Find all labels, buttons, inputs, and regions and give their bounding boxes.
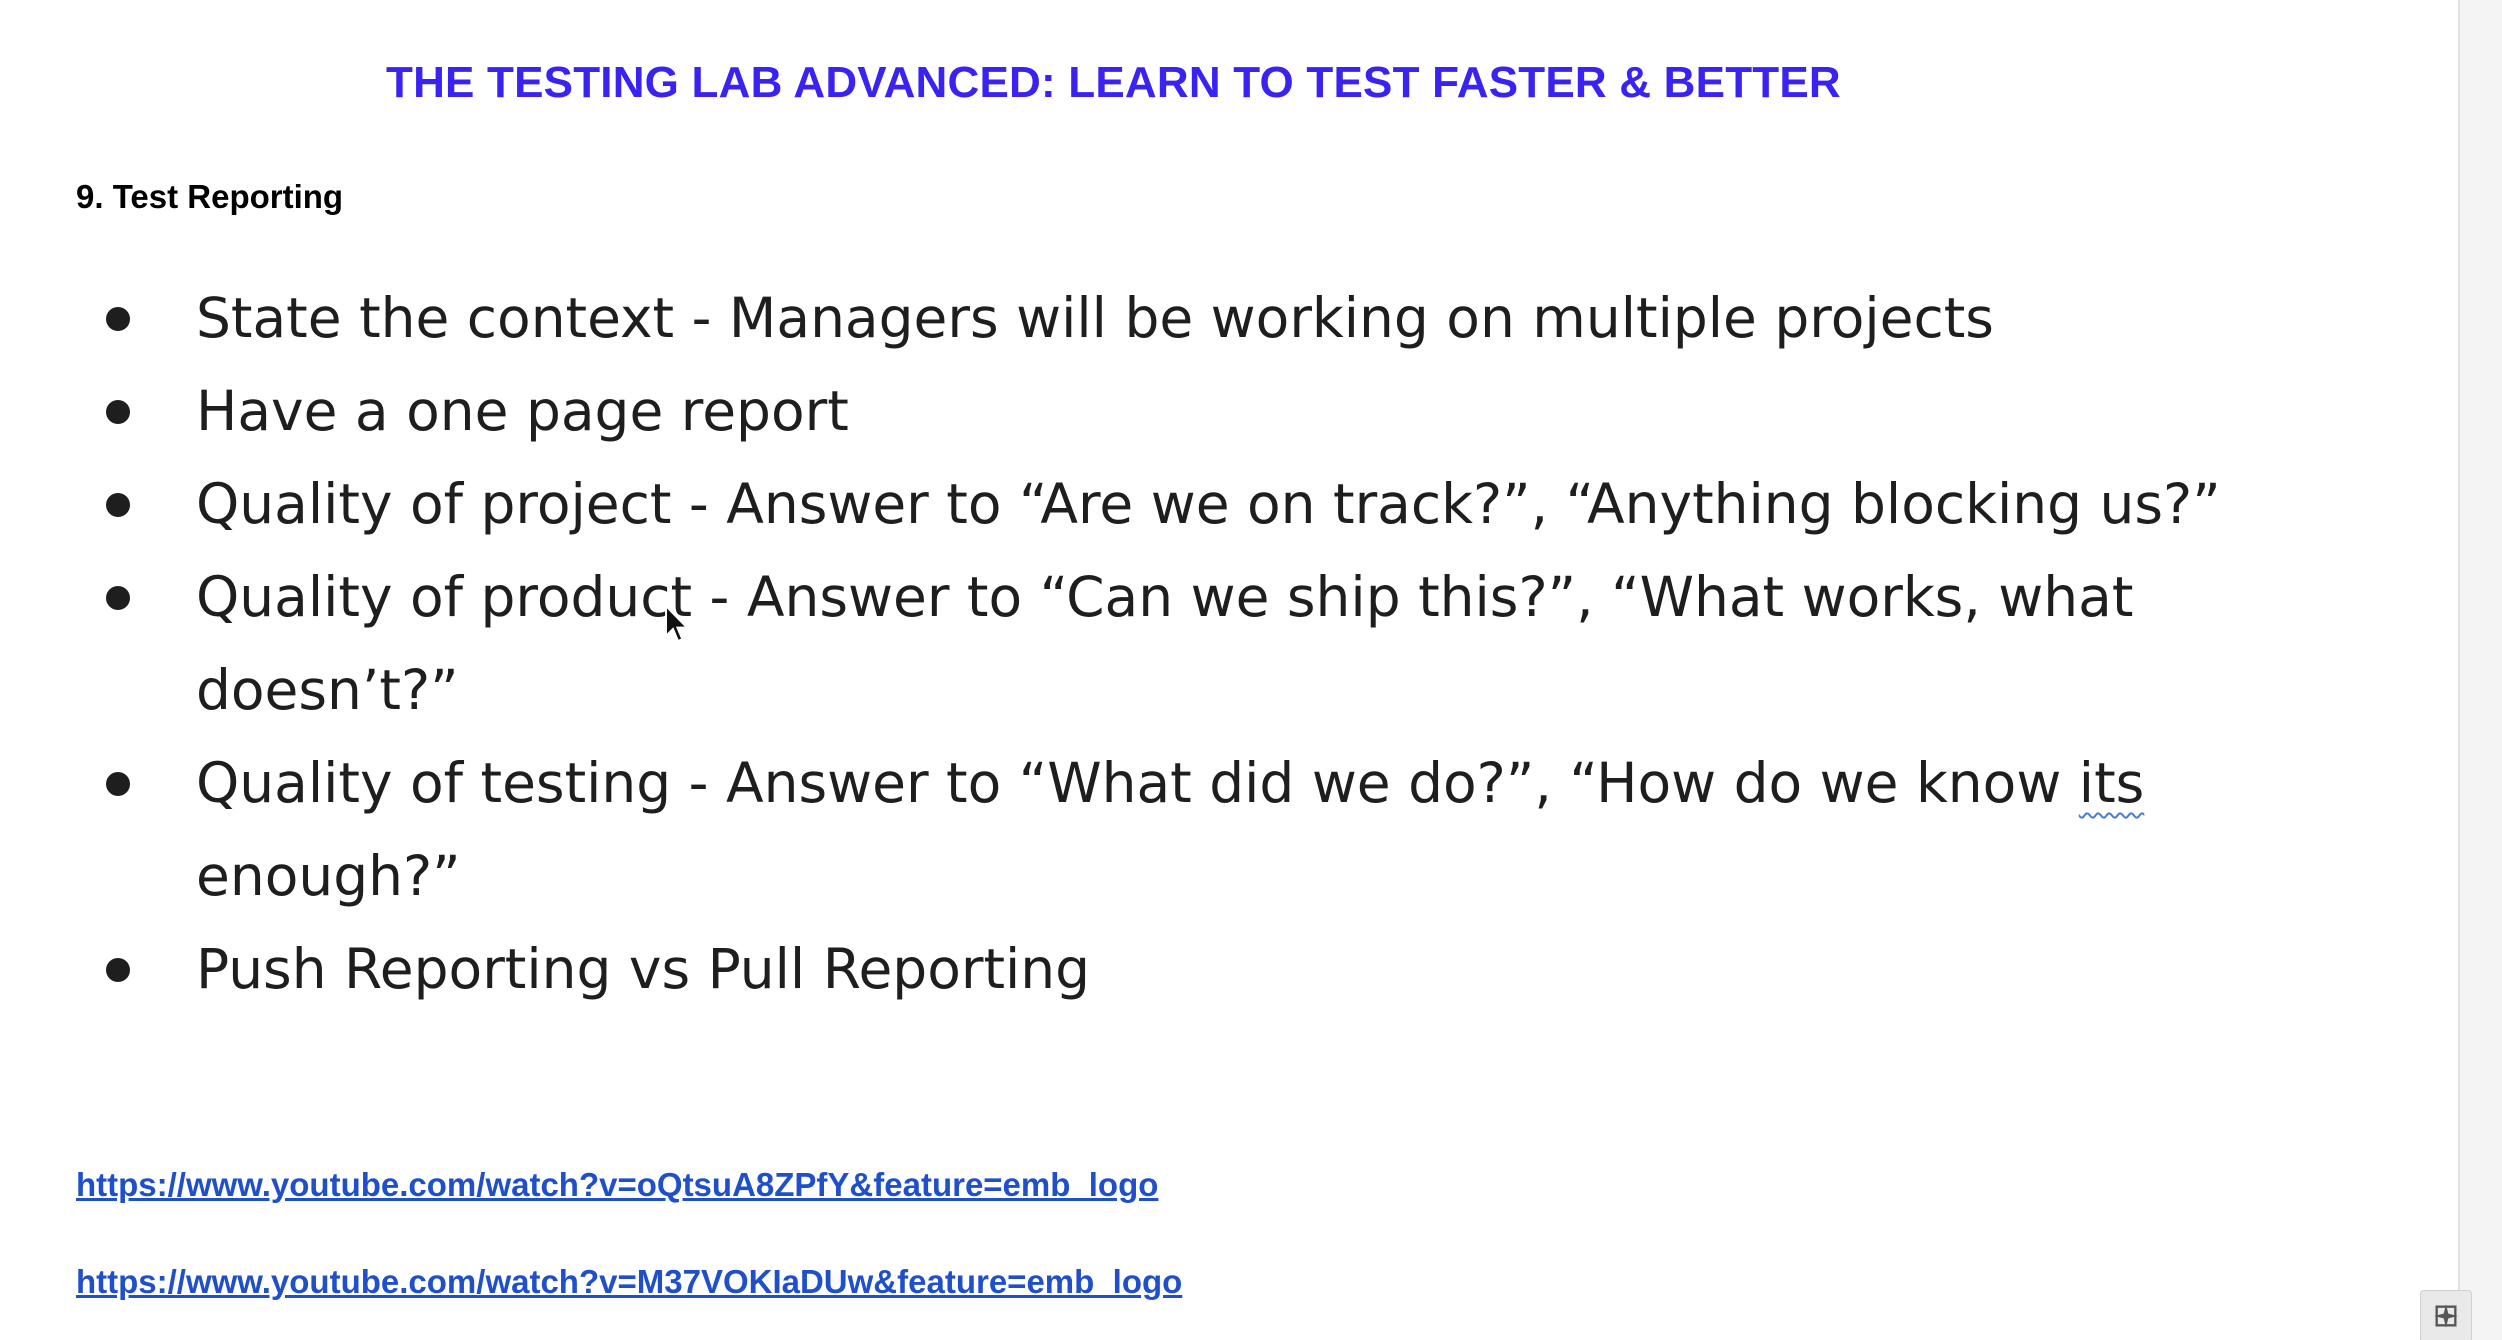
spellcheck-flagged-word[interactable]: its: [2079, 751, 2145, 815]
list-item: Push Reporting vs Pull Reporting: [0, 923, 2300, 1016]
youtube-link-2[interactable]: https://www.youtube.com/watch?v=M37VOKIa…: [76, 1263, 1182, 1301]
list-item-text-part: enough?”: [196, 844, 461, 908]
mouse-pointer-icon: [665, 604, 688, 643]
list-item-text[interactable]: Quality of product - Answer to “Can we s…: [196, 551, 2276, 737]
list-item-text[interactable]: Have a one page report: [196, 365, 2276, 458]
list-item: State the context - Managers will be wor…: [0, 272, 2300, 365]
list-item: Quality of project - Answer to “Are we o…: [0, 458, 2300, 551]
list-item: Have a one page report: [0, 365, 2300, 458]
document-title: THE TESTING LAB ADVANCED: LEARN TO TEST …: [386, 58, 1841, 107]
bullet-icon: [106, 307, 130, 331]
explore-button[interactable]: [2420, 1290, 2472, 1340]
list-item-text[interactable]: Push Reporting vs Pull Reporting: [196, 923, 2276, 1016]
youtube-link-1[interactable]: https://www.youtube.com/watch?v=oQtsuA8Z…: [76, 1166, 1158, 1204]
list-item-text[interactable]: State the context - Managers will be wor…: [196, 272, 2276, 365]
list-item-text-part: Quality of testing - Answer to “What did…: [196, 751, 2079, 815]
explore-icon: [2434, 1304, 2458, 1328]
bullet-icon: [106, 586, 130, 610]
bullet-list: State the context - Managers will be wor…: [0, 272, 2300, 1016]
list-item-text[interactable]: Quality of project - Answer to “Are we o…: [196, 458, 2276, 551]
list-item: Quality of product - Answer to “Can we s…: [0, 551, 2300, 737]
list-item: Quality of testing - Answer to “What did…: [0, 737, 2300, 923]
document-page: THE TESTING LAB ADVANCED: LEARN TO TEST …: [0, 0, 2502, 1340]
list-item-text[interactable]: Quality of testing - Answer to “What did…: [196, 737, 2276, 923]
bullet-icon: [106, 772, 130, 796]
scrollbar-gutter[interactable]: [2458, 0, 2502, 1340]
bullet-icon: [106, 400, 130, 424]
section-heading: 9. Test Reporting: [76, 178, 344, 215]
bullet-icon: [106, 493, 130, 517]
bullet-icon: [106, 958, 130, 982]
